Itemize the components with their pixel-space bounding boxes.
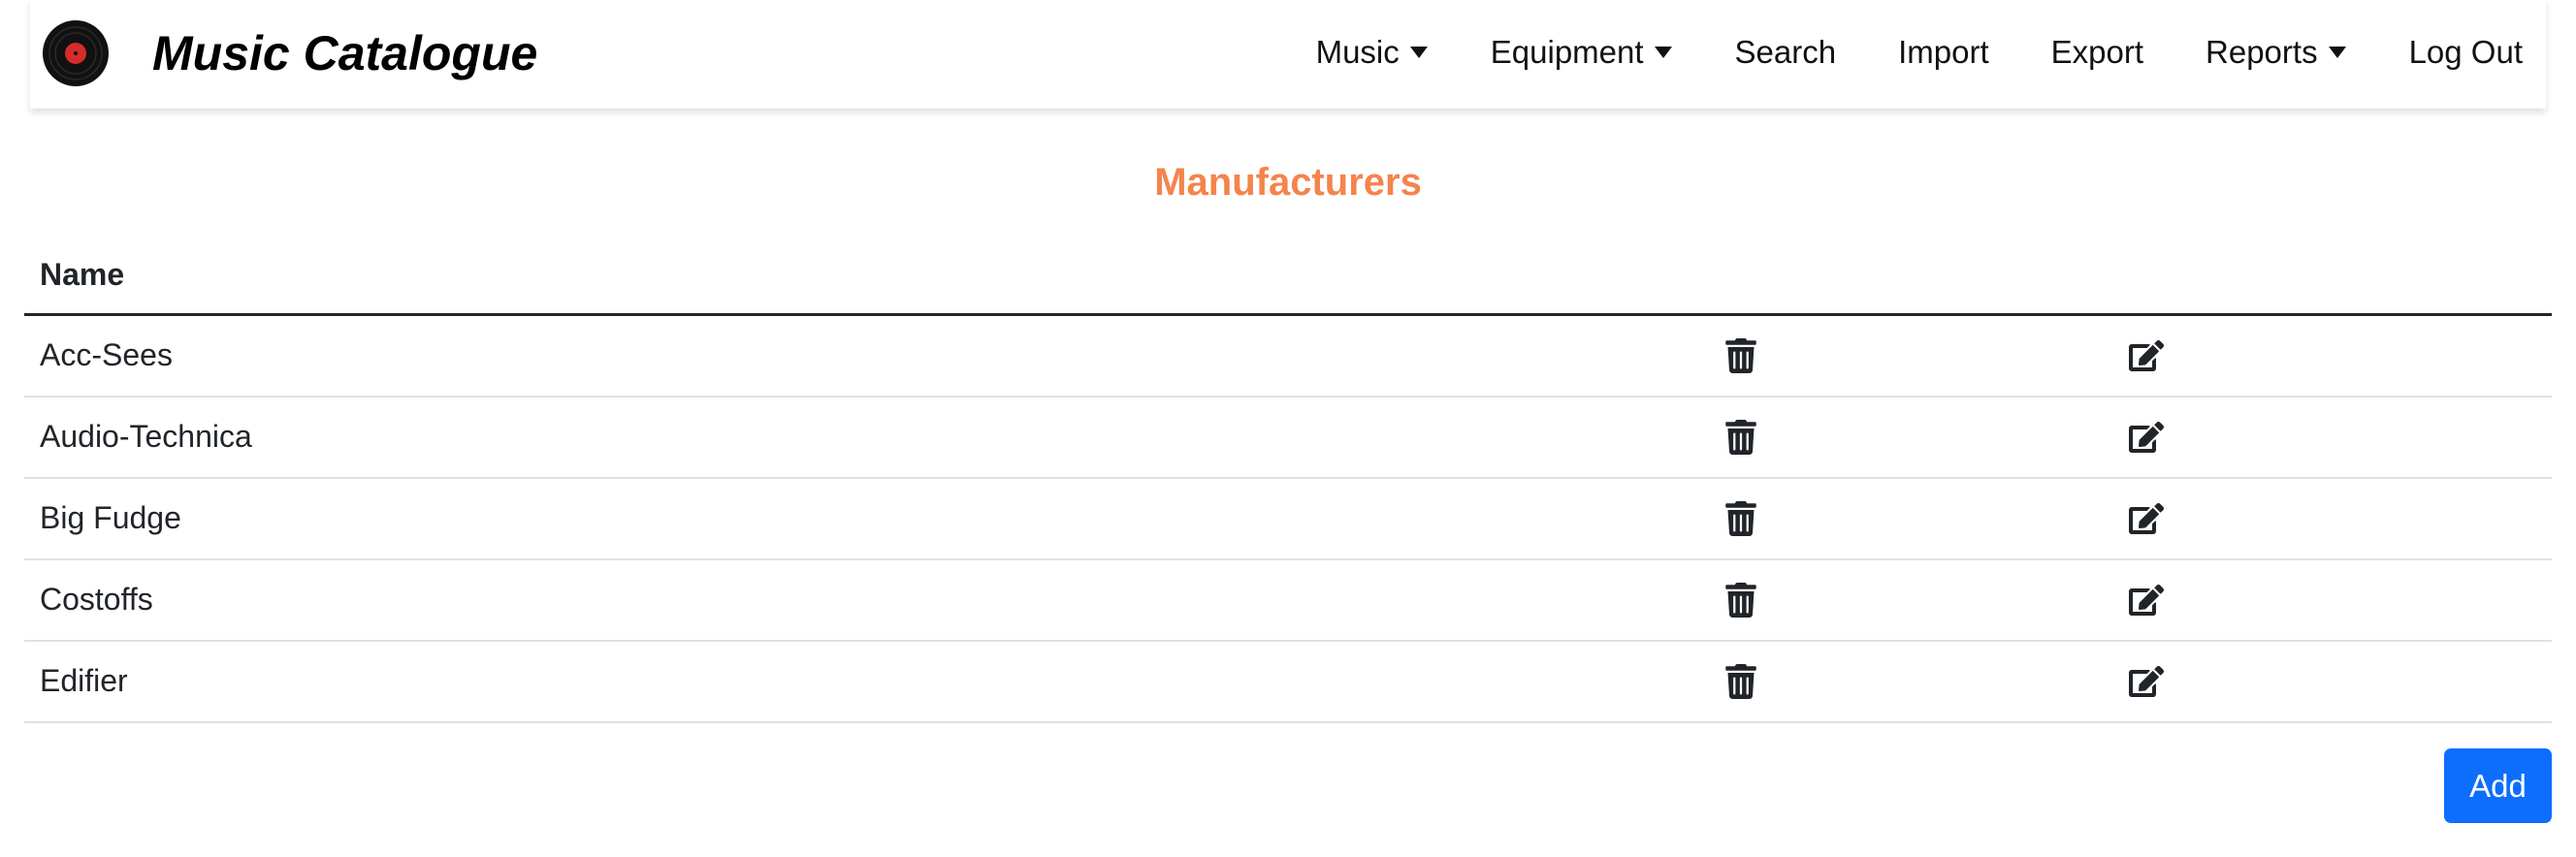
table-row: Acc-Sees bbox=[24, 316, 2552, 397]
trash-icon[interactable] bbox=[1723, 420, 1758, 455]
manufacturer-name: Audio-Technica bbox=[40, 419, 252, 454]
table-header-row: Name bbox=[24, 239, 2552, 316]
manufacturers-table: Name Acc-Sees Audio-Technica Big Fudge C… bbox=[24, 239, 2552, 723]
nav-item-label: Reports bbox=[2206, 34, 2318, 70]
nav-item-label: Log Out bbox=[2408, 34, 2523, 70]
table-row: Big Fudge bbox=[24, 479, 2552, 560]
nav-item-export[interactable]: Export bbox=[2051, 31, 2143, 74]
edit-icon[interactable] bbox=[2129, 501, 2164, 536]
table-row: Audio-Technica bbox=[24, 397, 2552, 479]
trash-icon[interactable] bbox=[1723, 583, 1758, 618]
manufacturer-name: Big Fudge bbox=[40, 500, 181, 535]
edit-icon[interactable] bbox=[2129, 664, 2164, 699]
vinyl-record-icon[interactable] bbox=[42, 19, 110, 87]
nav-item-search[interactable]: Search bbox=[1735, 31, 1837, 74]
nav-item-label: Equipment bbox=[1490, 34, 1644, 70]
nav-item-label: Export bbox=[2050, 34, 2144, 70]
caret-down-icon bbox=[2328, 47, 2346, 58]
manufacturer-name: Acc-Sees bbox=[40, 337, 173, 372]
nav-item-label: Search bbox=[1734, 34, 1837, 70]
edit-icon[interactable] bbox=[2129, 583, 2164, 618]
manufacturer-name: Costoffs bbox=[40, 582, 153, 617]
edit-icon[interactable] bbox=[2129, 338, 2164, 373]
manufacturer-name: Edifier bbox=[40, 663, 128, 698]
nav-menu: Music Equipment Search Import Export Rep… bbox=[1316, 31, 2523, 74]
nav-item-label: Import bbox=[1898, 34, 1989, 70]
nav-item-log-out[interactable]: Log Out bbox=[2409, 31, 2523, 74]
page-title: Manufacturers bbox=[1154, 161, 1422, 204]
trash-icon[interactable] bbox=[1723, 501, 1758, 536]
edit-icon[interactable] bbox=[2129, 420, 2164, 455]
nav-item-music[interactable]: Music bbox=[1316, 31, 1429, 74]
add-button[interactable]: Add bbox=[2444, 748, 2552, 823]
table-row: Costoffs bbox=[24, 560, 2552, 642]
column-header-name: Name bbox=[40, 257, 125, 292]
navbar: Music Catalogue Music Equipment Search I… bbox=[30, 0, 2546, 109]
nav-item-equipment[interactable]: Equipment bbox=[1491, 31, 1673, 74]
nav-item-label: Music bbox=[1315, 34, 1400, 70]
caret-down-icon bbox=[1409, 47, 1428, 58]
nav-item-import[interactable]: Import bbox=[1898, 31, 1989, 74]
caret-down-icon bbox=[1654, 47, 1672, 58]
brand-title[interactable]: Music Catalogue bbox=[152, 25, 537, 81]
table-row: Edifier bbox=[24, 642, 2552, 723]
trash-icon[interactable] bbox=[1723, 338, 1758, 373]
trash-icon[interactable] bbox=[1723, 664, 1758, 699]
nav-item-reports[interactable]: Reports bbox=[2206, 31, 2347, 74]
